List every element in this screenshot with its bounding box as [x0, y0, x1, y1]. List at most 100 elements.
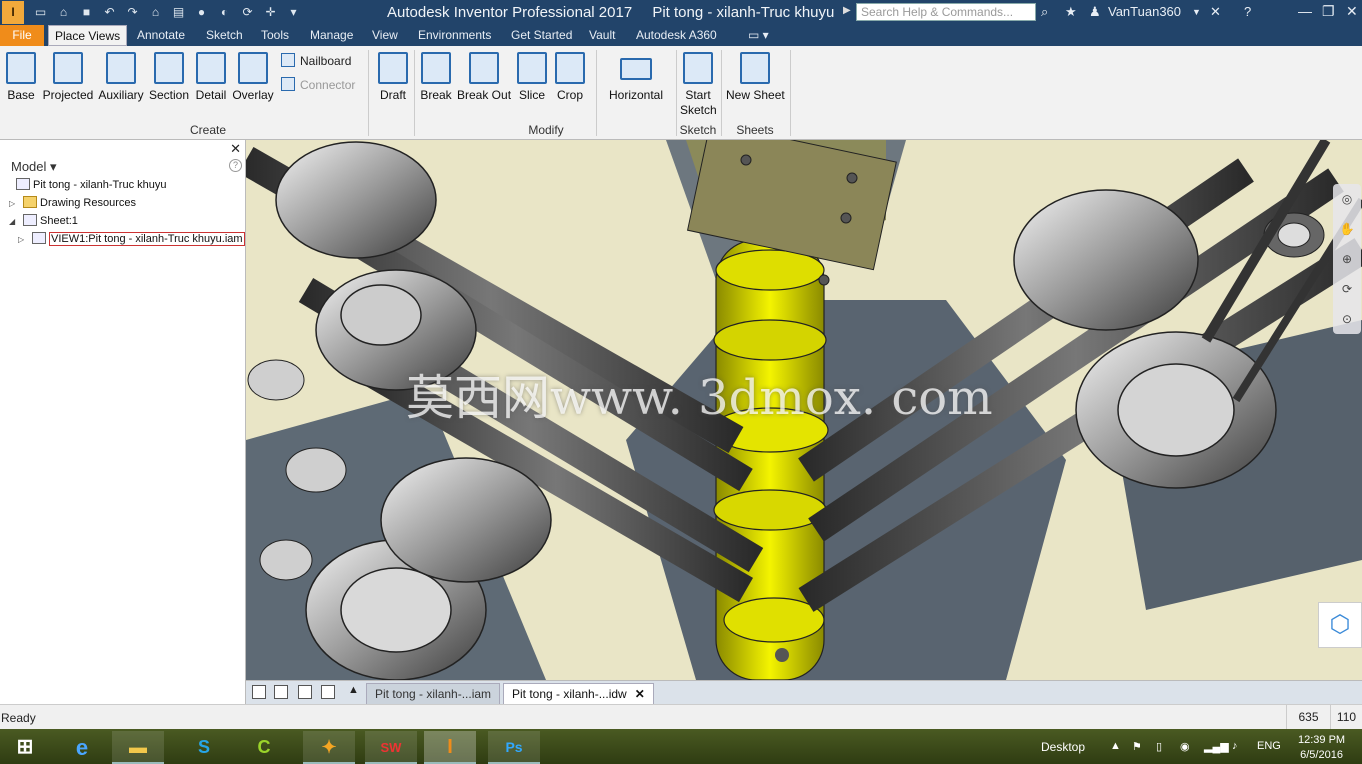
- orbit-icon[interactable]: ⟳: [1333, 274, 1361, 304]
- user-dropdown-icon[interactable]: ▼: [1192, 7, 1201, 17]
- tab-get-started[interactable]: Get Started: [505, 25, 578, 46]
- new-sheet-button[interactable]: New Sheet: [726, 50, 785, 103]
- nailboard-button[interactable]: Nailboard: [281, 53, 351, 68]
- action-center-icon[interactable]: ⚑: [1132, 740, 1142, 753]
- share-icon[interactable]: ⬡: [1318, 602, 1362, 648]
- auxiliary-view-button[interactable]: Auxiliary: [97, 50, 145, 103]
- ribbon-options-icon[interactable]: ▭ ▾: [742, 25, 775, 46]
- browser-header[interactable]: Model ▾: [11, 159, 57, 175]
- doc-tab-idw[interactable]: Pit tong - xilanh-...idw ✕: [503, 683, 654, 705]
- base-view-button[interactable]: Base: [5, 50, 37, 103]
- exchange-icon[interactable]: ✕: [1210, 4, 1221, 20]
- volume-icon[interactable]: ♪: [1232, 740, 1238, 752]
- close-tab-icon[interactable]: ✕: [635, 687, 645, 701]
- graphics-window[interactable]: 莫西网www. 3dmox. com ◎ ✋ ⊕ ⟳ ⊙ ⬡: [246, 140, 1362, 680]
- customize-qat-icon[interactable]: ▾: [283, 3, 304, 21]
- chrome-icon[interactable]: ◉: [1180, 740, 1190, 753]
- app-title: Autodesk Inventor Professional 2017: [387, 4, 633, 21]
- play-icon[interactable]: ▶: [843, 5, 851, 16]
- open-icon[interactable]: ⌂: [53, 3, 74, 21]
- tree-node-drawing-resources[interactable]: ▷ Drawing Resources: [9, 196, 136, 209]
- overlay-view-button[interactable]: Overlay: [232, 50, 274, 103]
- print-icon[interactable]: ▤: [168, 3, 189, 21]
- tree-node-view1[interactable]: ▷ VIEW1:Pit tong - xilanh-Truc khuyu.iam: [18, 232, 245, 246]
- media-app-icon[interactable]: ✦: [303, 731, 355, 764]
- user-name[interactable]: VanTuan360: [1108, 4, 1181, 19]
- break-out-button[interactable]: Break Out: [457, 50, 511, 103]
- file-explorer-icon[interactable]: ▬: [112, 731, 164, 764]
- close-button[interactable]: ✕: [1346, 3, 1358, 20]
- slice-icon: [517, 52, 547, 84]
- language-indicator[interactable]: ENG: [1257, 740, 1281, 752]
- section-view-button[interactable]: Section: [148, 50, 190, 103]
- tile-icon[interactable]: [274, 685, 288, 699]
- document-menu-icon[interactable]: ▲: [348, 684, 359, 696]
- clock[interactable]: 12:39 PM 6/5/2016: [1298, 733, 1345, 763]
- browser-close-icon[interactable]: ✕: [230, 141, 241, 157]
- pan-icon[interactable]: ✋: [1333, 214, 1361, 244]
- tile-vertical-icon[interactable]: [321, 685, 335, 699]
- tab-vault[interactable]: Vault: [583, 25, 621, 46]
- update-icon[interactable]: ⟳: [237, 3, 258, 21]
- crop-button[interactable]: Crop: [553, 50, 587, 103]
- skype-icon[interactable]: S: [178, 731, 230, 764]
- projected-view-button[interactable]: Projected: [41, 50, 95, 103]
- tab-manage[interactable]: Manage: [304, 25, 359, 46]
- desktop-toolbar-label[interactable]: Desktop: [1041, 740, 1085, 754]
- inventor-taskbar-icon[interactable]: I: [424, 731, 476, 764]
- save-icon[interactable]: ■: [76, 3, 97, 21]
- tree-node-sheet[interactable]: ◢ Sheet:1: [9, 214, 78, 227]
- tab-place-views[interactable]: Place Views: [48, 25, 128, 46]
- tile-horizontal-icon[interactable]: [298, 685, 312, 699]
- solidworks-icon[interactable]: SW: [365, 731, 417, 764]
- minimize-button[interactable]: —: [1298, 3, 1312, 19]
- steering-wheel-icon[interactable]: ◎: [1333, 184, 1361, 214]
- detail-view-button[interactable]: Detail: [193, 50, 229, 103]
- browser-help-icon[interactable]: ?: [229, 159, 242, 172]
- home-icon[interactable]: ⌂: [145, 3, 166, 21]
- group-label-sheets: Sheets: [736, 123, 774, 137]
- show-hidden-icons-icon[interactable]: ▲: [1110, 740, 1121, 752]
- doc-tab-iam[interactable]: Pit tong - xilanh-...iam: [366, 683, 501, 705]
- cascade-icon[interactable]: [252, 685, 266, 699]
- tab-environments[interactable]: Environments: [412, 25, 497, 46]
- look-at-icon[interactable]: ⊙: [1333, 304, 1361, 334]
- projected-view-icon: [53, 52, 83, 84]
- tab-sketch[interactable]: Sketch: [200, 25, 249, 46]
- measure-icon[interactable]: ✛: [260, 3, 281, 21]
- material-icon[interactable]: ◐: [214, 3, 235, 21]
- break-button[interactable]: Break: [418, 50, 454, 103]
- photoshop-icon[interactable]: Ps: [488, 731, 540, 764]
- tab-autodesk-a360[interactable]: Autodesk A360: [630, 25, 723, 46]
- tab-tools[interactable]: Tools: [255, 25, 295, 46]
- device-icon[interactable]: ▯: [1156, 740, 1162, 753]
- tab-view[interactable]: View: [366, 25, 404, 46]
- start-button[interactable]: ⊞: [0, 731, 50, 764]
- favorites-star-icon[interactable]: ★: [1065, 4, 1077, 20]
- tab-file[interactable]: File: [0, 25, 44, 46]
- network-icon[interactable]: ▂▄▆: [1204, 740, 1229, 753]
- help-icon[interactable]: ?: [1244, 4, 1251, 19]
- expand-icon[interactable]: ▷: [9, 199, 23, 208]
- binoculars-icon[interactable]: ⌕: [1041, 4, 1048, 20]
- internet-explorer-icon[interactable]: e: [56, 731, 108, 764]
- tree-node-root[interactable]: Pit tong - xilanh-Truc khuyu: [16, 178, 166, 191]
- redo-icon[interactable]: ↷: [122, 3, 143, 21]
- zoom-icon[interactable]: ⊕: [1333, 244, 1361, 274]
- connector-button[interactable]: Connector: [281, 77, 355, 92]
- undo-icon[interactable]: ↶: [99, 3, 120, 21]
- restore-button[interactable]: ❐: [1322, 3, 1335, 20]
- inventor-logo-icon[interactable]: I: [2, 1, 24, 24]
- expand-icon[interactable]: ▷: [18, 235, 32, 244]
- user-icon[interactable]: ♟: [1089, 4, 1101, 20]
- draft-view-button[interactable]: Draft: [374, 50, 412, 103]
- slice-button[interactable]: Slice: [514, 50, 550, 103]
- horizontal-align-button[interactable]: Horizontal: [605, 50, 667, 103]
- start-sketch-button[interactable]: Start Sketch: [680, 50, 717, 118]
- tab-annotate[interactable]: Annotate: [131, 25, 191, 46]
- search-input[interactable]: Search Help & Commands...: [856, 3, 1036, 21]
- appearance-icon[interactable]: ●: [191, 3, 212, 21]
- collapse-icon[interactable]: ◢: [9, 217, 23, 226]
- ccleaner-icon[interactable]: C: [238, 731, 290, 764]
- new-icon[interactable]: ▭: [30, 3, 51, 21]
